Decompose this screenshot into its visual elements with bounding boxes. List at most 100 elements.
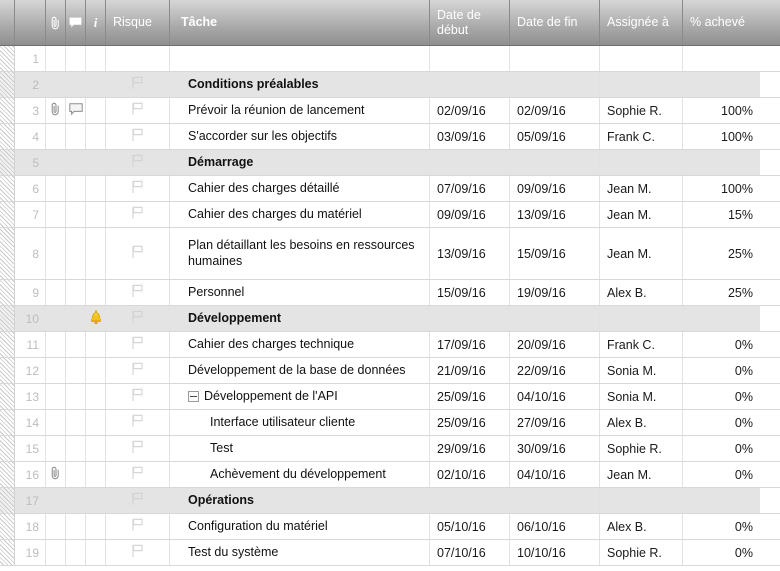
row-gutter-handle[interactable] (0, 72, 15, 97)
task-assignee[interactable] (600, 306, 683, 331)
row-info-cell[interactable] (86, 228, 106, 279)
flag-icon[interactable] (131, 180, 144, 197)
task-end-date[interactable]: 05/09/16 (510, 124, 600, 149)
task-start-date[interactable]: 02/10/16 (430, 462, 510, 487)
task-start-date[interactable] (430, 46, 510, 71)
flag-icon[interactable] (131, 128, 144, 145)
row-number[interactable]: 13 (15, 384, 46, 409)
row-gutter-handle[interactable] (0, 436, 15, 461)
table-row[interactable]: 10 Développement (0, 306, 780, 332)
row-attachment-cell[interactable] (46, 306, 66, 331)
task-start-date[interactable]: 17/09/16 (430, 332, 510, 357)
row-number[interactable]: 11 (15, 332, 46, 357)
row-number[interactable]: 15 (15, 436, 46, 461)
row-number[interactable]: 2 (15, 72, 46, 97)
flag-icon[interactable] (131, 310, 144, 327)
row-info-cell[interactable] (86, 46, 106, 71)
task-end-date[interactable]: 13/09/16 (510, 202, 600, 227)
row-gutter-handle[interactable] (0, 46, 15, 71)
row-info-cell[interactable] (86, 280, 106, 305)
table-row[interactable]: 16 Achèvement du développement 02/10/16 04/… (0, 462, 780, 488)
task-name-cell[interactable]: Cahier des charges détaillé (170, 176, 430, 201)
task-percent-complete[interactable]: 0% (683, 462, 760, 487)
row-gutter-handle[interactable] (0, 462, 15, 487)
row-risk-cell[interactable] (106, 488, 170, 513)
row-risk-cell[interactable] (106, 228, 170, 279)
row-info-cell[interactable] (86, 124, 106, 149)
row-attachment-cell[interactable] (46, 384, 66, 409)
row-gutter-handle[interactable] (0, 176, 15, 201)
row-comment-cell[interactable] (66, 384, 86, 409)
task-name-cell[interactable]: Développement de l'API (170, 384, 430, 409)
task-end-date[interactable] (510, 72, 600, 97)
header-attachment-column[interactable] (46, 0, 66, 45)
task-percent-complete[interactable] (683, 72, 760, 97)
task-end-date[interactable]: 30/09/16 (510, 436, 600, 461)
task-percent-complete[interactable]: 100% (683, 98, 760, 123)
task-percent-complete[interactable]: 25% (683, 280, 760, 305)
row-gutter-handle[interactable] (0, 202, 15, 227)
paperclip-icon[interactable] (50, 102, 61, 119)
task-name-cell[interactable]: Configuration du matériel (170, 514, 430, 539)
collapse-toggle-icon[interactable] (188, 391, 199, 402)
row-info-cell[interactable] (86, 540, 106, 565)
row-comment-cell[interactable] (66, 488, 86, 513)
row-comment-cell[interactable] (66, 150, 86, 175)
row-attachment-cell[interactable] (46, 46, 66, 71)
row-risk-cell[interactable] (106, 306, 170, 331)
task-start-date[interactable]: 03/09/16 (430, 124, 510, 149)
comment-icon[interactable] (68, 102, 83, 119)
row-attachment-cell[interactable] (46, 462, 66, 487)
row-number[interactable]: 18 (15, 514, 46, 539)
row-attachment-cell[interactable] (46, 332, 66, 357)
row-gutter-handle[interactable] (0, 228, 15, 279)
paperclip-icon[interactable] (50, 466, 61, 483)
task-percent-complete[interactable]: 0% (683, 358, 760, 383)
task-start-date[interactable]: 29/09/16 (430, 436, 510, 461)
row-number[interactable]: 12 (15, 358, 46, 383)
header-info-column[interactable]: i (86, 0, 106, 45)
table-row[interactable]: 17 Opérations (0, 488, 780, 514)
row-gutter-handle[interactable] (0, 150, 15, 175)
task-end-date[interactable]: 19/09/16 (510, 280, 600, 305)
row-number[interactable]: 9 (15, 280, 46, 305)
row-info-cell[interactable] (86, 202, 106, 227)
row-gutter-handle[interactable] (0, 410, 15, 435)
task-assignee[interactable]: Sonia M. (600, 384, 683, 409)
row-comment-cell[interactable] (66, 202, 86, 227)
row-gutter-handle[interactable] (0, 384, 15, 409)
row-risk-cell[interactable] (106, 202, 170, 227)
table-row[interactable]: 7 Cahier des charges du matériel 09/09/16 1… (0, 202, 780, 228)
row-gutter-handle[interactable] (0, 358, 15, 383)
row-attachment-cell[interactable] (46, 150, 66, 175)
flag-icon[interactable] (131, 102, 144, 119)
table-row[interactable]: 4 S'accorder sur les objectifs 03/09/16 05/… (0, 124, 780, 150)
task-assignee[interactable] (600, 150, 683, 175)
row-attachment-cell[interactable] (46, 410, 66, 435)
task-percent-complete[interactable]: 25% (683, 228, 760, 279)
task-percent-complete[interactable] (683, 306, 760, 331)
task-start-date[interactable]: 09/09/16 (430, 202, 510, 227)
row-comment-cell[interactable] (66, 124, 86, 149)
row-comment-cell[interactable] (66, 436, 86, 461)
row-number[interactable]: 4 (15, 124, 46, 149)
task-end-date[interactable] (510, 150, 600, 175)
flag-icon[interactable] (131, 245, 144, 262)
task-assignee[interactable] (600, 72, 683, 97)
row-risk-cell[interactable] (106, 384, 170, 409)
header-task-column[interactable]: Tâche (170, 0, 430, 45)
row-comment-cell[interactable] (66, 462, 86, 487)
task-end-date[interactable]: 20/09/16 (510, 332, 600, 357)
row-comment-cell[interactable] (66, 410, 86, 435)
row-attachment-cell[interactable] (46, 124, 66, 149)
row-info-cell[interactable] (86, 358, 106, 383)
task-name-cell[interactable]: Cahier des charges du matériel (170, 202, 430, 227)
task-name-cell[interactable]: Développement de la base de données (170, 358, 430, 383)
row-gutter-handle[interactable] (0, 332, 15, 357)
row-info-cell[interactable] (86, 150, 106, 175)
table-row[interactable]: 12 Développement de la base de données 21/… (0, 358, 780, 384)
row-comment-cell[interactable] (66, 46, 86, 71)
task-name-cell[interactable] (170, 46, 430, 71)
task-assignee[interactable]: Jean M. (600, 228, 683, 279)
table-row[interactable]: 8 Plan détaillant les besoins en ressourc… (0, 228, 780, 280)
